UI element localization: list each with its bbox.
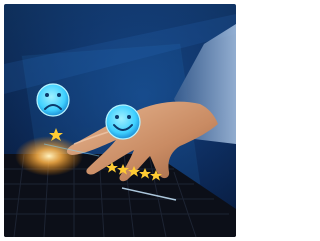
photo-scene bbox=[4, 4, 236, 237]
photo-frame bbox=[4, 4, 236, 237]
touch-glow bbox=[15, 136, 83, 176]
happy-face-icon bbox=[105, 104, 141, 140]
sad-face-icon bbox=[36, 83, 70, 117]
